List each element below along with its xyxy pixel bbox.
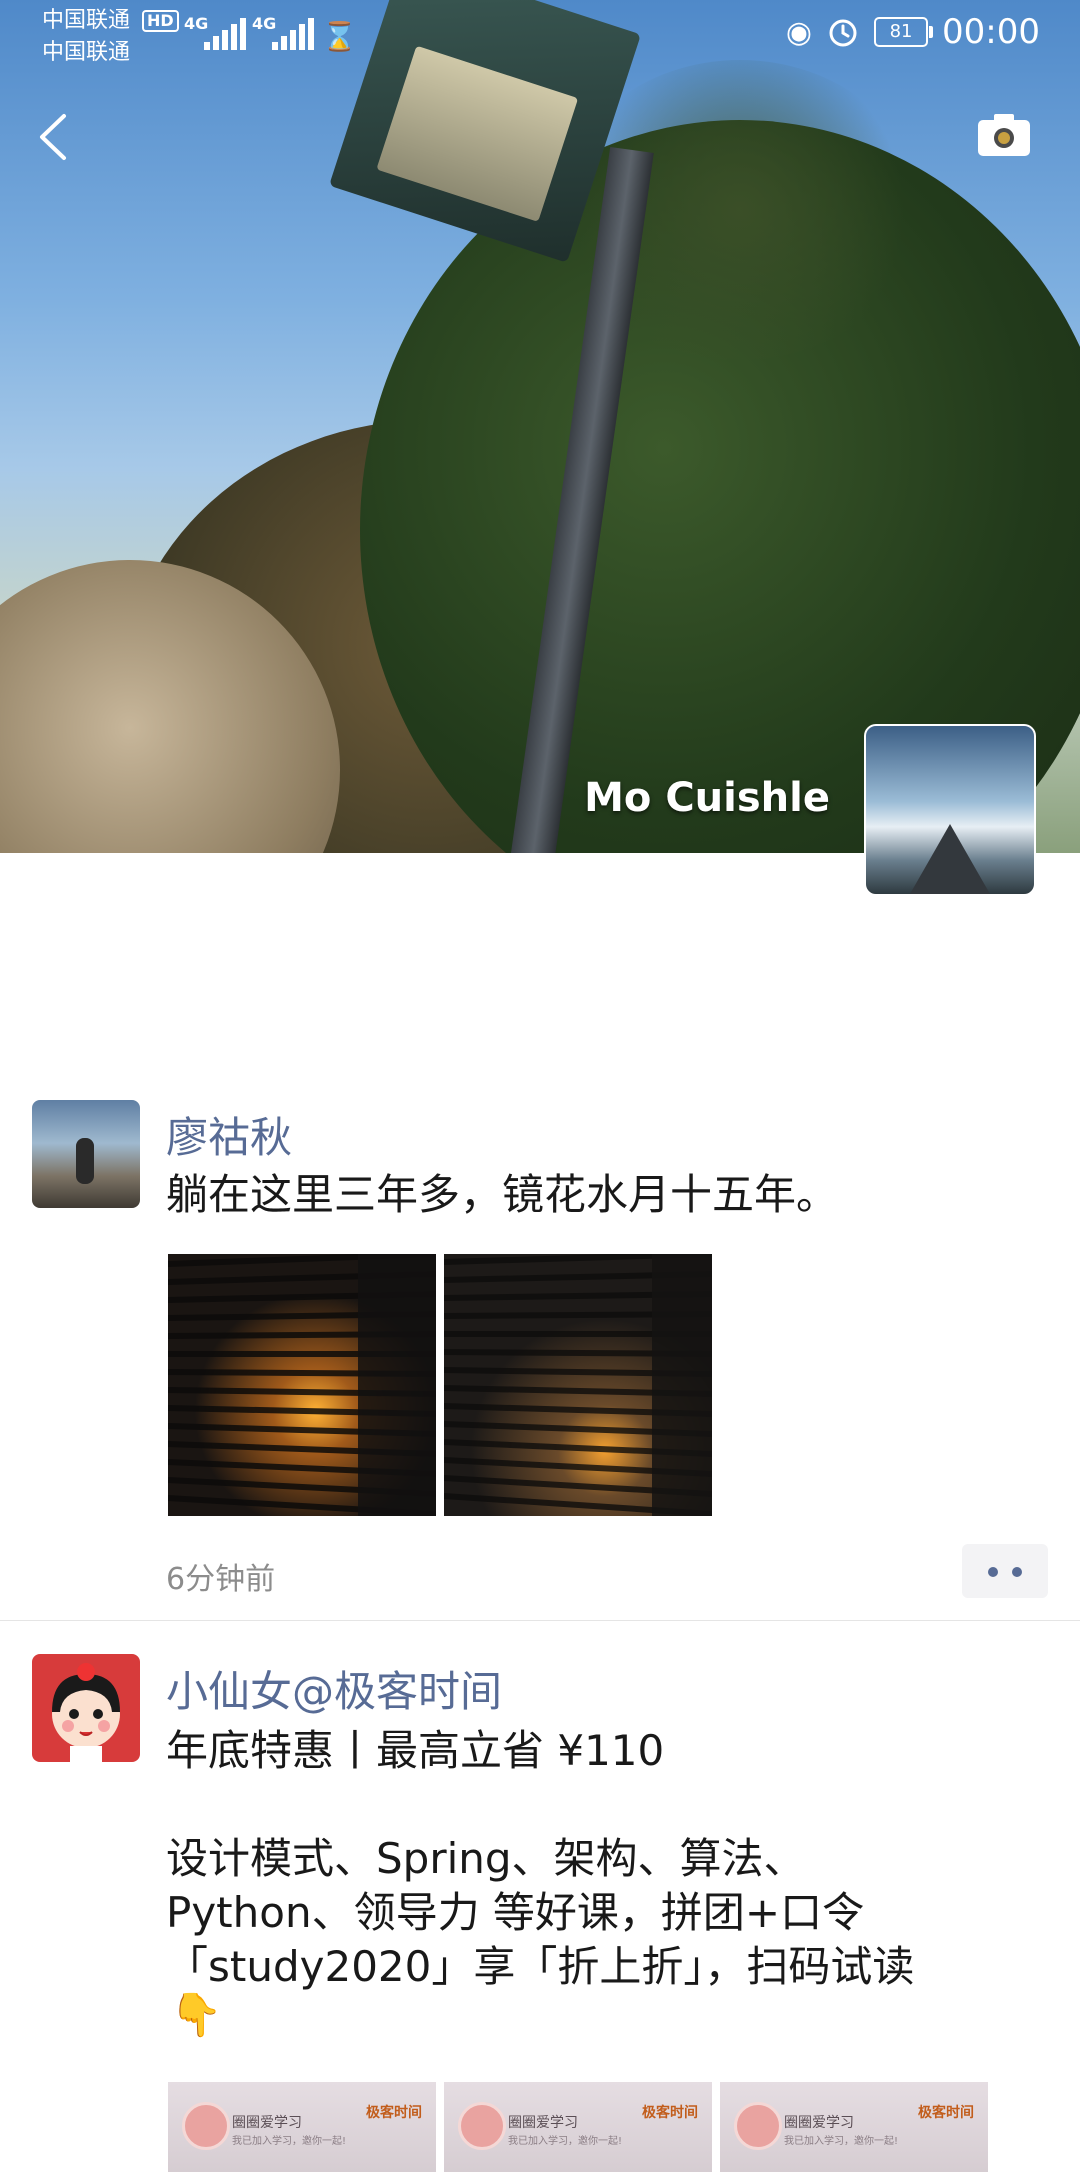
alarm-icon <box>829 19 857 47</box>
more-options-button[interactable] <box>962 1544 1048 1598</box>
post-author[interactable]: 廖祜秋 <box>166 1104 292 1165</box>
thumb-subtitle: 我已加入学习，邀你一起! <box>232 2136 347 2147</box>
hd-badge: HD <box>142 10 179 32</box>
post-thumb-2[interactable]: 圈圈爱学习 我已加入学习，邀你一起! 极客时间 <box>444 2082 712 2172</box>
hourglass-icon: ⌛ <box>322 20 357 53</box>
thumb-title: 圈圈爱学习 <box>232 2115 302 2131</box>
post-author[interactable]: 小仙女@极客时间 <box>166 1658 502 1719</box>
post-photo-1[interactable] <box>168 1254 436 1516</box>
avatar-road <box>910 824 990 894</box>
thumb-brand: 极客时间 <box>642 2105 698 2121</box>
pointing-down-emoji: 👇 <box>170 1990 223 2039</box>
girl-cartoon-icon <box>52 1663 120 1762</box>
post-avatar[interactable] <box>32 1100 140 1208</box>
signal-icon-1 <box>186 18 246 50</box>
cover-user-name: Mo Cuishle <box>584 775 830 821</box>
post-avatar[interactable] <box>32 1654 140 1762</box>
profile-avatar[interactable] <box>864 724 1036 896</box>
post-photo-2[interactable] <box>444 1254 712 1516</box>
thumb-brand: 极客时间 <box>918 2105 974 2121</box>
carrier-2: 中国联通 <box>42 40 131 65</box>
thumb-title: 圈圈爱学习 <box>508 2115 578 2131</box>
thumb-title: 圈圈爱学习 <box>784 2115 854 2131</box>
status-right: ◉ 81 00:00 <box>786 12 1040 52</box>
clock-time: 00:00 <box>942 12 1040 52</box>
post-time: 6分钟前 <box>166 1562 276 1597</box>
status-bar: 中国联通 中国联通 HD 4G 4G ⌛ ◉ 81 00:00 <box>0 0 1080 70</box>
thumb-subtitle: 我已加入学习，邀你一起! <box>784 2136 899 2147</box>
back-arrow-icon[interactable] <box>34 112 74 162</box>
eye-icon: ◉ <box>785 14 813 50</box>
thumb-subtitle: 我已加入学习，邀你一起! <box>508 2136 623 2147</box>
post-thumb-3[interactable]: 圈圈爱学习 我已加入学习，邀你一起! 极客时间 <box>720 2082 988 2172</box>
signal-icon-2 <box>254 18 314 50</box>
post-divider <box>0 1620 1080 1621</box>
post-text: 躺在这里三年多，镜花水月十五年。 <box>166 1170 839 1219</box>
battery-icon: 81 <box>874 17 934 47</box>
carrier-1: 中国联通 <box>42 8 131 33</box>
post-text: 年底特惠丨最高立省 ¥110 设计模式、Spring、架构、算法、 Python… <box>166 1726 915 1991</box>
camera-icon[interactable] <box>976 112 1032 158</box>
post-thumb-1[interactable]: 圈圈爱学习 我已加入学习，邀你一起! 极客时间 <box>168 2082 436 2172</box>
thumb-brand: 极客时间 <box>366 2105 422 2121</box>
